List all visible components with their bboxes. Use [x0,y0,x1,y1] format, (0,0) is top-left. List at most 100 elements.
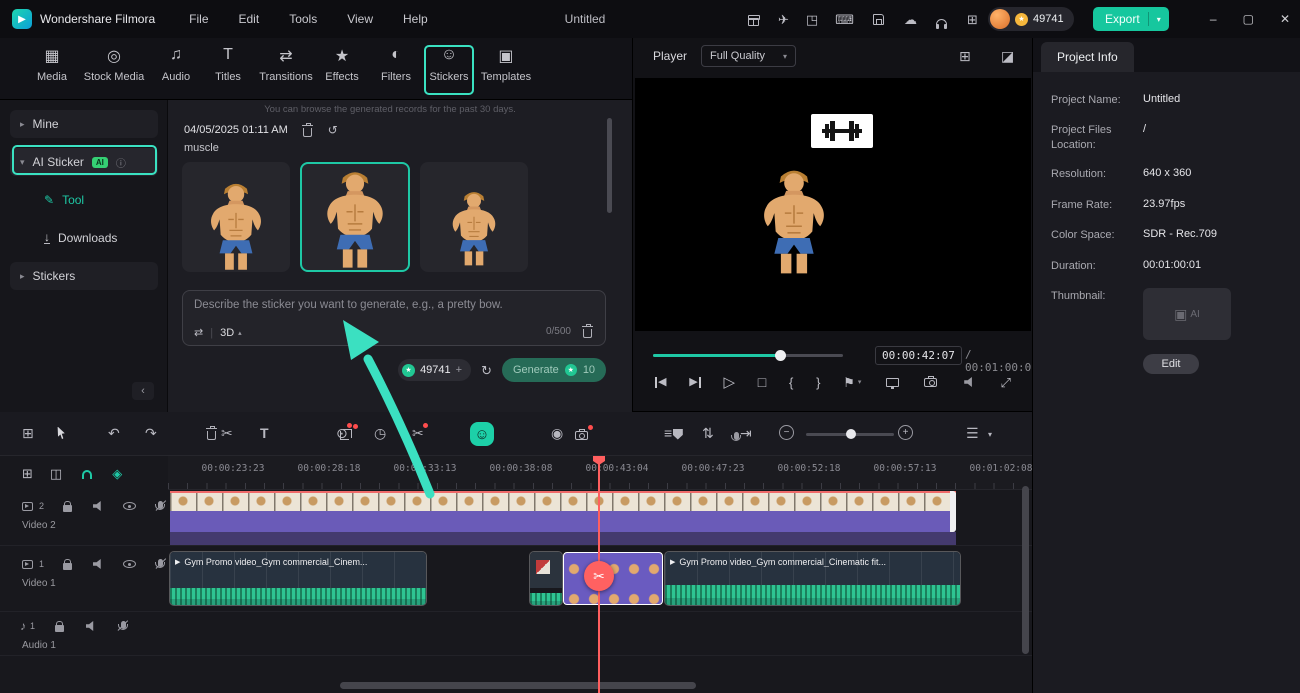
regenerate-icon[interactable]: ↻ [481,364,492,377]
text-tool-icon[interactable]: T [260,425,269,441]
mic-muted-icon[interactable] [115,618,131,634]
close-button[interactable]: ✕ [1280,12,1290,26]
marker-button[interactable]: ⚑ ▾ [843,376,861,389]
previous-frame-button[interactable]: ◀ [655,376,666,388]
mask-icon[interactable]: ⊙ [336,423,352,442]
workspace-icon[interactable]: ⊞ [967,13,978,26]
info-icon[interactable]: ⓘ [116,155,126,170]
zoom-in-icon[interactable]: + [898,425,913,440]
tab-templates[interactable]: ▣ Templates [481,46,531,83]
lock-icon[interactable] [60,498,75,514]
current-time[interactable]: 00:00:42:07 [875,346,962,365]
menu-tools[interactable]: Tools [289,12,317,26]
sidebar-item-mine[interactable]: ▸ Mine [10,110,158,138]
tab-titles[interactable]: T Titles [215,46,241,83]
gift-icon[interactable] [745,11,761,27]
speaker-icon[interactable] [91,498,106,514]
video-clip-3[interactable]: ▶ Gym Promo video_Gym commercial_Cinemati… [664,551,961,606]
volume-button[interactable] [962,374,978,390]
add-track-icon[interactable]: ⊞ [22,467,33,480]
keyframe-icon[interactable]: ◈ [112,467,122,480]
sidebar-item-stickers[interactable]: ▸ Stickers [10,262,158,290]
sidebar-item-ai-sticker[interactable]: ▾ AI Sticker AI ⓘ [10,148,158,176]
lock-icon[interactable] [60,556,75,572]
seek-bar[interactable] [653,350,843,361]
minimize-button[interactable]: – [1210,12,1217,26]
eye-icon[interactable] [122,556,137,572]
export-frame-icon[interactable]: ⇥ [740,425,752,442]
menu-file[interactable]: File [189,12,208,26]
tab-effects[interactable]: ★ Effects [325,46,358,83]
sidebar-item-downloads[interactable]: ↓ Downloads [10,224,158,252]
generate-button[interactable]: Generate ★ 10 [502,358,606,382]
speaker-icon[interactable] [91,556,106,572]
tab-media[interactable]: ▦ Media [37,46,67,83]
save-icon[interactable] [871,11,887,27]
delete-record-icon[interactable] [300,122,316,138]
undo-icon[interactable]: ↶ [108,425,120,442]
thumbnail-preview[interactable]: ▣ AI [1143,288,1231,340]
timeline-horizontal-scrollbar[interactable] [340,682,696,689]
mark-view-icon[interactable]: ◪ [1001,49,1014,63]
zoom-handle[interactable] [846,429,856,439]
shuffle-prompt-icon[interactable]: ⇄ [194,327,203,339]
track-list-caret-icon[interactable]: ▾ [988,430,992,439]
sidebar-collapse-button[interactable]: ‹ [132,382,154,400]
mic-muted-icon[interactable] [153,556,168,572]
preview-canvas[interactable] [635,78,1031,331]
refresh-record-icon[interactable]: ↺ [328,124,338,136]
snapshot-button[interactable] [923,374,939,390]
tab-filters[interactable]: ◐ Filters [381,46,411,83]
track-list-icon[interactable]: ☰ [966,425,979,442]
shield-mask-icon[interactable] [670,426,686,442]
preview-muscle-figure[interactable] [753,166,835,276]
timeline-zoom-slider[interactable] [806,429,894,439]
menu-view[interactable]: View [347,12,373,26]
add-coins-icon[interactable]: + [456,364,462,376]
audio-mixer-icon[interactable]: ≡ [664,425,672,441]
sticker-clip-filmstrip[interactable] [170,491,956,511]
delete-icon[interactable] [203,425,219,441]
export-caret-icon[interactable]: ▾ [1157,15,1161,24]
zoom-out-icon[interactable]: − [779,425,794,440]
ai-cut-icon[interactable]: ✂ [412,423,428,442]
keyboard-shortcut-icon[interactable]: ⌨ [835,13,854,26]
preview-dumbbell-image[interactable] [811,114,873,148]
speed-icon[interactable]: ◷ [374,425,386,442]
account-coin-pill[interactable]: ★ 49741 [988,7,1074,31]
render-preview-button[interactable] [884,374,900,390]
seek-handle[interactable] [775,350,786,361]
sticker-tool-active-icon[interactable]: ☺ [470,422,494,446]
eye-icon[interactable] [122,498,137,514]
sticker-result-3[interactable] [420,162,528,272]
maximize-button[interactable]: ▢ [1243,12,1254,26]
prompt-input[interactable]: Describe the sticker you want to generat… [182,290,606,346]
coin-balance-button[interactable]: ★ 49741 + [398,359,472,381]
quick-split-cursor[interactable]: ✂ [584,561,614,591]
clear-prompt-icon[interactable] [579,323,595,339]
tab-audio[interactable]: ♫ Audio [162,46,190,83]
record-icon[interactable]: ◉ [551,425,563,442]
quality-dropdown[interactable]: Full Quality ▾ [701,45,797,67]
lock-icon[interactable] [51,618,67,634]
tab-project-info[interactable]: Project Info [1041,42,1134,72]
edit-thumbnail-button[interactable]: Edit [1143,354,1199,374]
tab-transitions[interactable]: ⇄ Transitions [259,46,312,83]
speaker-icon[interactable] [83,618,99,634]
sticker-result-2-selected[interactable] [300,162,410,272]
next-frame-button[interactable]: ▶ [689,376,701,388]
cloud-upload-icon[interactable]: ☁ [904,13,917,26]
sidebar-item-tool[interactable]: ✎ Tool [10,186,158,214]
screen-record-icon[interactable]: ◳ [806,13,818,26]
tab-stickers[interactable]: ☺ Stickers [429,46,468,83]
redo-icon[interactable]: ↷ [145,425,157,442]
mark-in-button[interactable]: { [789,376,793,389]
sticker-clip-body[interactable] [170,511,956,532]
sticker-result-1[interactable] [182,162,290,272]
timeline-vertical-scrollbar[interactable] [1022,486,1029,654]
clip-trim-handle[interactable] [950,491,956,532]
send-icon[interactable]: ✈ [778,13,789,26]
video-clip-2[interactable] [529,551,563,606]
support-headset-icon[interactable] [934,11,950,29]
tab-stock-media[interactable]: ◎ Stock Media [84,46,145,83]
